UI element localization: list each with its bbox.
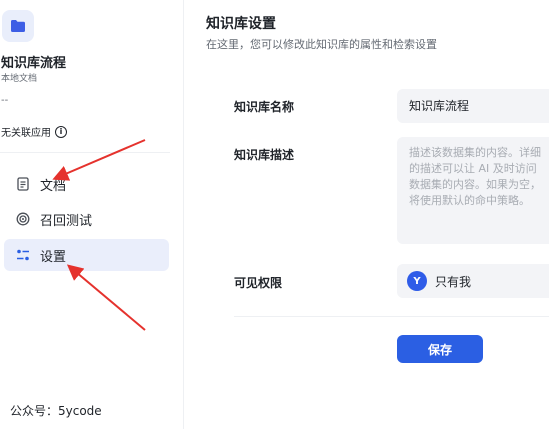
settings-icon (16, 248, 30, 262)
kb-name-input[interactable]: 知识库流程 (397, 89, 549, 123)
permission-select[interactable]: Y 只有我 (397, 264, 549, 298)
info-icon[interactable]: i (55, 125, 67, 138)
sidebar-item-recall-test[interactable]: 召回测试 (4, 203, 169, 235)
sidebar: 知识库流程 本地文档 -- 无关联应用 i 文档 召回测试 设置 公众号：5yc… (0, 0, 184, 429)
description-label: 知识库描述 (234, 148, 295, 162)
avatar: Y (407, 271, 427, 291)
kb-type: 本地文档 (1, 74, 38, 84)
kb-description: -- (1, 95, 9, 106)
kb-name: 知识库流程 (1, 56, 67, 71)
page-subtitle: 在这里，您可以修改此知识库的属性和检索设置 (206, 38, 437, 51)
page-title: 知识库设置 (206, 16, 276, 32)
save-button[interactable]: 保存 (397, 335, 483, 363)
sidebar-item-documents[interactable]: 文档 (4, 168, 169, 200)
sidebar-divider (0, 152, 170, 153)
sidebar-item-label: 召回测试 (40, 213, 93, 229)
document-icon (16, 177, 30, 191)
sidebar-item-label: 设置 (40, 249, 67, 265)
name-label: 知识库名称 (234, 100, 295, 114)
permission-label: 可见权限 (234, 276, 283, 290)
form-divider (234, 316, 549, 317)
folder-icon (2, 10, 34, 42)
footer-watermark: 公众号：5ycode (10, 404, 102, 418)
target-icon (16, 212, 30, 226)
kb-app-link: 无关联应用 i (1, 124, 67, 139)
sidebar-item-label: 文档 (40, 178, 67, 194)
kb-description-textarea[interactable]: 描述该数据集的内容。详细的描述可以让 AI 及时访问数据集的内容。如果为空，将使… (397, 137, 549, 244)
sidebar-item-settings[interactable]: 设置 (4, 239, 169, 271)
kb-app-label: 无关联应用 (1, 128, 51, 139)
permission-value: 只有我 (435, 274, 472, 289)
